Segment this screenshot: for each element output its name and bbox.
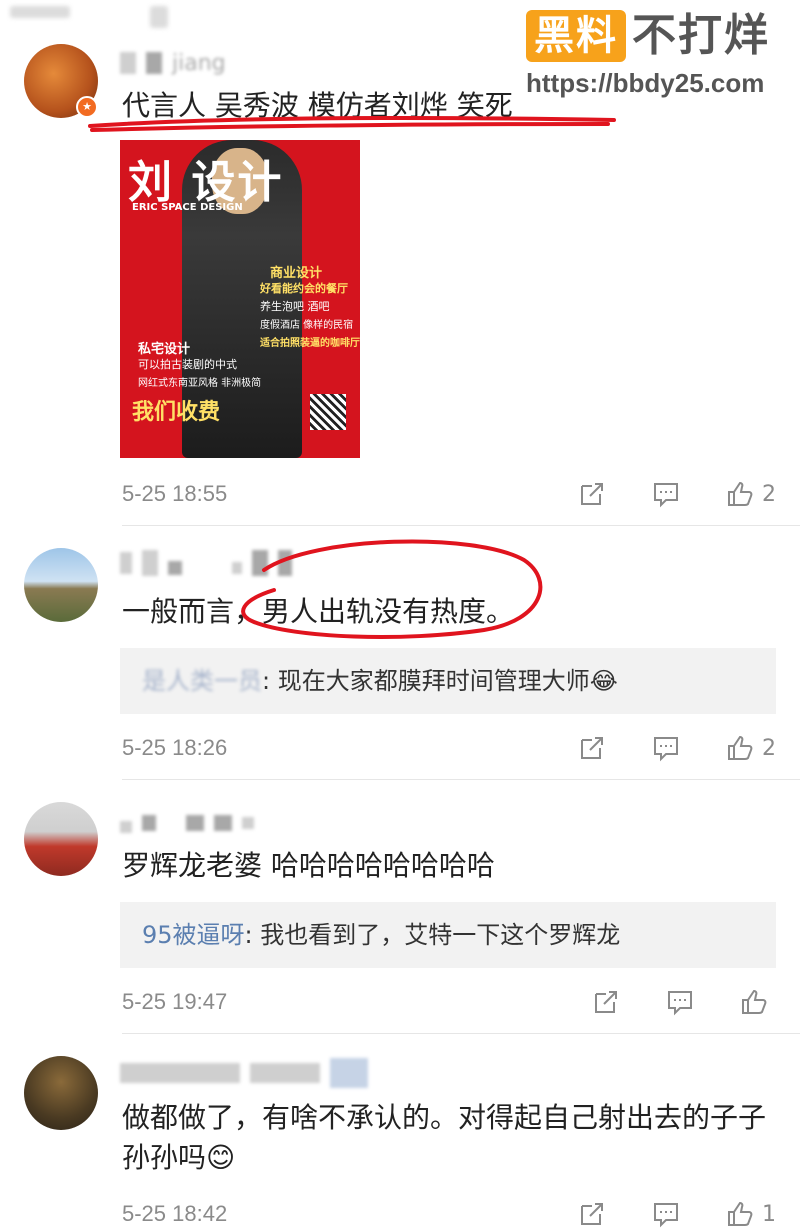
comment-time: 5-25 18:55 — [122, 481, 228, 506]
comment-time: 5-25 19:47 — [122, 989, 228, 1014]
blurred-username — [120, 1063, 240, 1083]
comment-time: 5-25 18:26 — [122, 735, 228, 760]
thumbs-up-icon — [726, 734, 754, 762]
poster-line: 好看能约会的餐厅 — [260, 282, 348, 295]
divider — [122, 1033, 800, 1034]
reply-text: : 现在大家都膜拜时间管理大师😂 — [262, 667, 618, 695]
like-button[interactable]: 2 — [726, 734, 776, 762]
share-icon — [592, 988, 620, 1016]
poster-subtitle: ERIC SPACE DESIGN — [132, 202, 243, 213]
thumbs-up-icon — [726, 480, 754, 508]
blurred-username — [214, 815, 232, 831]
divider — [122, 779, 800, 780]
poster-qr-code — [310, 394, 346, 430]
like-button[interactable]: 1 — [726, 1200, 776, 1228]
share-icon — [578, 480, 606, 508]
red-underline-annotation — [88, 116, 616, 132]
blurred-username — [120, 52, 136, 74]
avatar[interactable] — [24, 548, 98, 622]
comment-meta: 5-25 18:55 2 — [122, 476, 776, 512]
watermark-badge: 黑料 — [526, 10, 626, 62]
poster-line: 商业设计 — [270, 266, 323, 281]
username-text: jiang — [172, 50, 226, 76]
blurred-status — [10, 6, 70, 18]
poster-line: 度假酒店 像样的民宿 — [260, 320, 354, 331]
blurred-username — [142, 550, 158, 576]
thumbs-up-icon — [740, 988, 768, 1016]
comment-text: 做都做了，有啥不承认的。对得起自己射出去的子子孙孙吗😊 — [122, 1101, 767, 1174]
reply-button[interactable] — [666, 988, 694, 1016]
blurred-username — [242, 817, 254, 829]
like-count: 2 — [762, 735, 776, 761]
blurred-username — [146, 52, 162, 74]
like-button[interactable]: 2 — [726, 480, 776, 508]
blurred-username — [120, 821, 132, 833]
comment-icon — [652, 1200, 680, 1228]
red-circle-annotation — [241, 539, 543, 639]
reply-button[interactable] — [652, 1200, 680, 1228]
watermark-text: 不打烊 — [632, 10, 770, 61]
blurred-username — [250, 1063, 320, 1083]
poster-slogan: 我们收费 — [132, 400, 221, 425]
like-count: 1 — [762, 1201, 776, 1227]
share-button[interactable] — [592, 988, 620, 1016]
watermark: 黑料 不打烊 https://bbdy25.com — [526, 10, 786, 100]
poster-line: 网红式东南亚风格 非洲极简 — [138, 378, 262, 389]
watermark-url: https://bbdy25.com — [526, 68, 765, 98]
blurred-status — [150, 6, 168, 28]
share-icon — [578, 734, 606, 762]
poster-title: 刘 设计 — [128, 157, 284, 208]
username[interactable] — [120, 808, 254, 838]
comment-icon — [666, 988, 694, 1016]
share-button[interactable] — [578, 734, 606, 762]
blurred-username — [142, 815, 156, 831]
comment-icon — [652, 734, 680, 762]
comment-image[interactable]: 刘 设计 ERIC SPACE DESIGN 商业设计 好看能约会的餐厅 养生泡… — [120, 140, 360, 458]
reply-preview[interactable]: 是人类一员: 现在大家都膜拜时间管理大师😂 — [120, 648, 776, 714]
divider — [122, 525, 800, 526]
avatar[interactable] — [24, 802, 98, 876]
avatar[interactable] — [24, 1056, 98, 1130]
username[interactable]: jiang — [120, 48, 226, 78]
poster-line: 适合拍照装逼的咖啡厅 — [260, 338, 360, 349]
reply-button[interactable] — [652, 734, 680, 762]
blurred-badge — [330, 1058, 368, 1088]
poster-line: 养生泡吧 酒吧 — [260, 300, 330, 313]
share-button[interactable] — [578, 480, 606, 508]
share-icon — [578, 1200, 606, 1228]
comment-text: 罗辉龙老婆 哈哈哈哈哈哈哈哈 — [122, 849, 495, 882]
reply-preview[interactable]: 95被逼呀: 我也看到了，艾特一下这个罗辉龙 — [120, 902, 776, 968]
reply-username[interactable]: 是人类一员 — [142, 667, 262, 695]
comment-meta: 5-25 18:26 2 — [122, 730, 776, 766]
comment-meta: 5-25 19:47 — [122, 984, 776, 1020]
poster-line: 私宅设计 — [138, 342, 191, 357]
thumbs-up-icon — [726, 1200, 754, 1228]
like-button[interactable] — [740, 988, 776, 1016]
comment-meta: 5-25 18:42 1 — [122, 1196, 776, 1232]
comment-icon — [652, 480, 680, 508]
reply-username[interactable]: 95被逼呀 — [142, 921, 245, 949]
like-count: 2 — [762, 481, 776, 507]
reply-button[interactable] — [652, 480, 680, 508]
username[interactable] — [120, 1058, 368, 1088]
blurred-username — [186, 815, 204, 831]
share-button[interactable] — [578, 1200, 606, 1228]
blurred-username — [168, 561, 182, 575]
reply-text: : 我也看到了，艾特一下这个罗辉龙 — [244, 921, 621, 949]
poster-line: 可以拍古装剧的中式 — [138, 358, 237, 371]
blurred-username — [120, 552, 132, 574]
comment-time: 5-25 18:42 — [122, 1201, 228, 1226]
